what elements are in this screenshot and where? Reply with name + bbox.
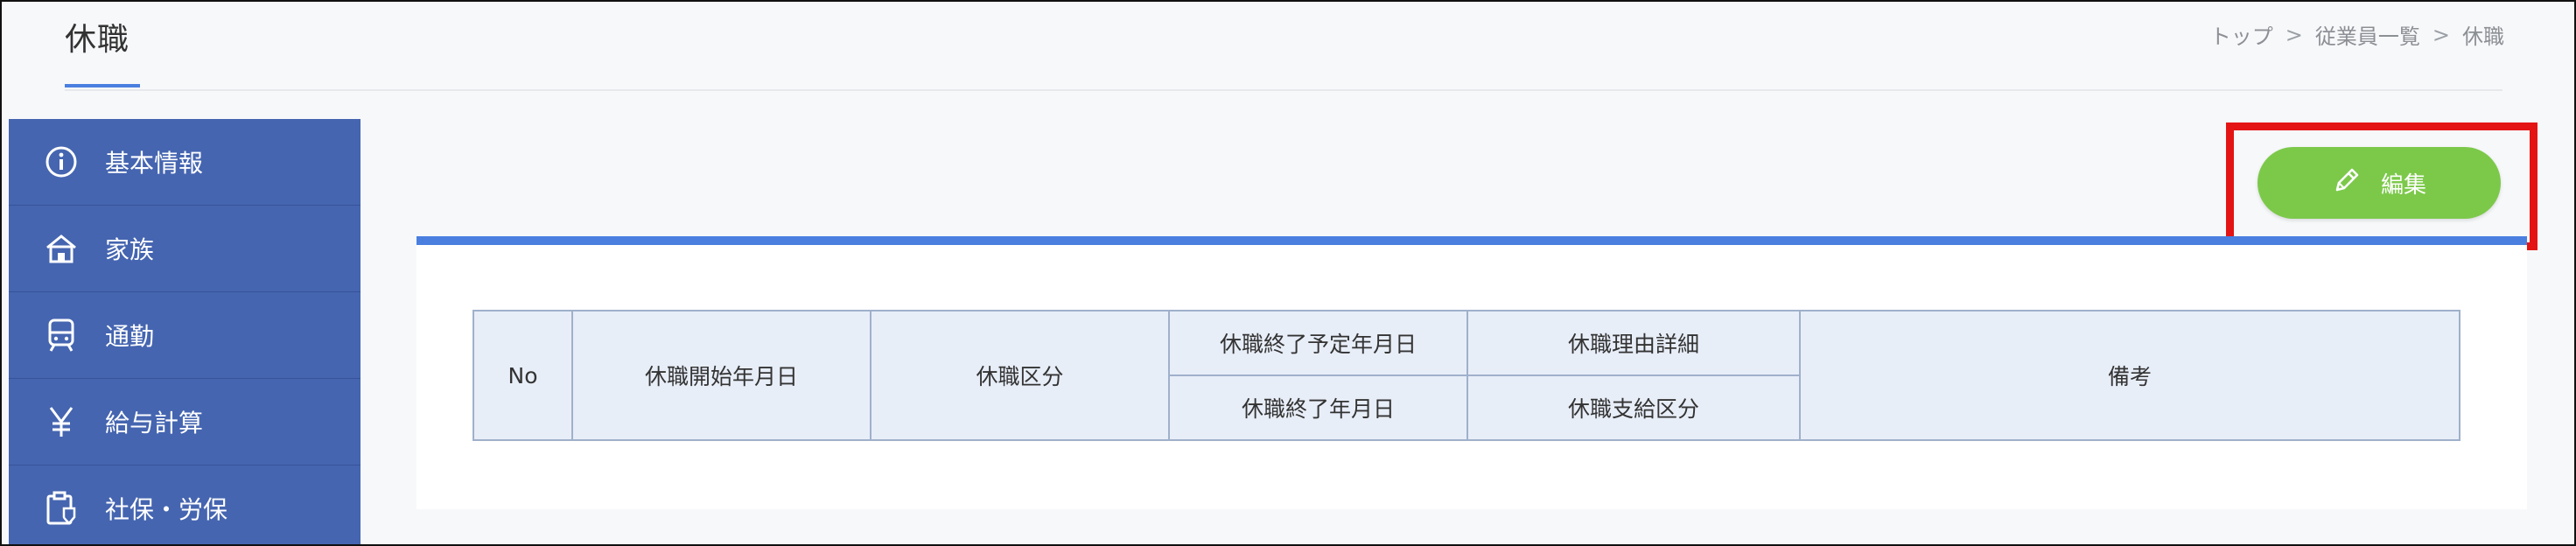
leave-table: No 休職開始年月日 休職区分 休職終了予定年月日 休職理由詳細 備考 休職終了… xyxy=(472,310,2460,441)
sidebar-item-commute[interactable]: 通勤 xyxy=(9,292,360,379)
column-header-notes: 備考 xyxy=(1799,310,2460,441)
page-title: 休職 xyxy=(65,22,130,58)
app-frame: 休職 トップ > 従業員一覧 > 休職 基本情報 家族 通勤 給与計算 社保・労… xyxy=(0,0,2576,546)
breadcrumb-employee-list-link[interactable]: 従業員一覧 xyxy=(2315,19,2420,50)
sidebar-item-payroll[interactable]: 給与計算 xyxy=(9,379,360,466)
title-underline xyxy=(65,84,140,88)
sidebar-item-label: 通勤 xyxy=(105,322,155,351)
sidebar-item-family[interactable]: 家族 xyxy=(9,206,360,292)
column-header-start-date: 休職開始年月日 xyxy=(571,310,872,441)
breadcrumb: トップ > 従業員一覧 > 休職 xyxy=(2210,19,2504,50)
sidebar-item-label: 家族 xyxy=(105,235,155,264)
sidebar-item-label: 給与計算 xyxy=(105,409,204,438)
sidebar-item-social-insurance[interactable]: 社保・労保 xyxy=(9,466,360,544)
sidebar-item-label: 社保・労保 xyxy=(105,495,228,524)
breadcrumb-top-link[interactable]: トップ xyxy=(2210,19,2273,50)
column-header-planned-end-date: 休職終了予定年月日 xyxy=(1168,310,1468,376)
breadcrumb-current: 休職 xyxy=(2462,24,2504,49)
header-divider xyxy=(65,89,2502,91)
yen-icon xyxy=(44,404,79,439)
train-icon xyxy=(44,318,79,353)
highlight-annotation-box xyxy=(2226,122,2538,250)
breadcrumb-separator: > xyxy=(2432,22,2450,47)
sidebar-item-label: 基本情報 xyxy=(105,149,204,178)
info-icon xyxy=(44,144,79,179)
column-header-end-date: 休職終了年月日 xyxy=(1168,374,1468,441)
column-header-no: No xyxy=(472,310,573,441)
sidebar-item-basic-info[interactable]: 基本情報 xyxy=(9,119,360,206)
column-header-category: 休職区分 xyxy=(870,310,1170,441)
table-header-row: No 休職開始年月日 休職区分 休職終了予定年月日 休職理由詳細 備考 xyxy=(472,310,2460,441)
column-header-reason-detail: 休職理由詳細 xyxy=(1466,310,1801,376)
leave-table-card: No 休職開始年月日 休職区分 休職終了予定年月日 休職理由詳細 備考 休職終了… xyxy=(416,236,2527,509)
house-icon xyxy=(44,231,79,266)
breadcrumb-separator: > xyxy=(2285,22,2303,47)
column-header-payment-category: 休職支給区分 xyxy=(1466,374,1801,441)
clipboard-shield-icon xyxy=(44,491,79,526)
sidebar: 基本情報 家族 通勤 給与計算 社保・労保 xyxy=(9,119,360,544)
